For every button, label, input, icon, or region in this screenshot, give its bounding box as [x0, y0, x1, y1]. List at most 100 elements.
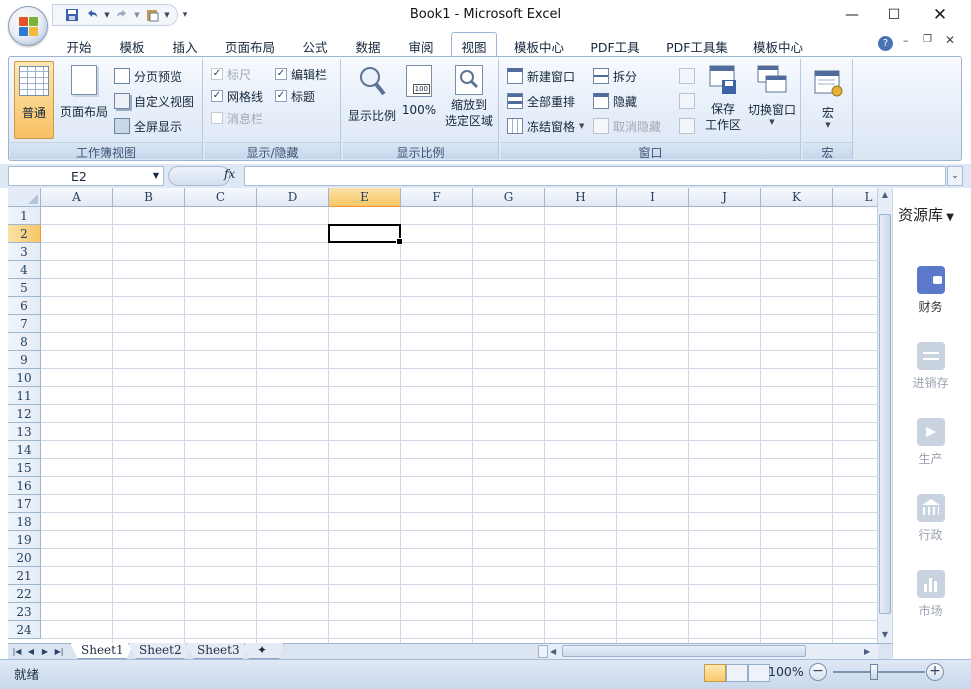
row-header-17[interactable]: 17 [8, 495, 41, 513]
column-header-e[interactable]: E [329, 188, 401, 207]
next-sheet-icon[interactable]: ▶ [38, 644, 52, 659]
row-header-9[interactable]: 9 [8, 351, 41, 369]
prev-sheet-icon[interactable]: ◀ [24, 644, 38, 659]
tab-view[interactable]: 视图 [451, 32, 497, 56]
headings-checkbox[interactable]: 标题 [275, 86, 315, 106]
resource-item-finance[interactable]: 财务 [893, 266, 968, 315]
horizontal-scrollbar[interactable]: ◀ ▶ [538, 644, 878, 659]
row-header-7[interactable]: 7 [8, 315, 41, 333]
zoom-slider[interactable] [833, 671, 925, 673]
row-header-18[interactable]: 18 [8, 513, 41, 531]
tab-home[interactable]: 开始 [58, 33, 100, 57]
zoom-slider-thumb[interactable] [870, 664, 878, 680]
resource-item-production[interactable]: 生产 [893, 418, 968, 467]
zoom-to-selection-button[interactable]: 缩放到 选定区域 [441, 61, 497, 141]
row-header-2[interactable]: 2 [8, 225, 41, 243]
vertical-scrollbar[interactable]: ▲ ▼ [877, 188, 892, 643]
tab-template-center[interactable]: 模板中心 [506, 33, 572, 57]
resource-item-market[interactable]: 市场 [893, 570, 968, 619]
column-header-j[interactable]: J [689, 188, 761, 207]
help-icon[interactable]: ? [878, 36, 893, 51]
column-header-l[interactable]: L [833, 188, 877, 207]
row-header-14[interactable]: 14 [8, 441, 41, 459]
tab-insert[interactable]: 插入 [164, 33, 206, 57]
row-header-15[interactable]: 15 [8, 459, 41, 477]
zoom-button[interactable]: 显示比例 [345, 61, 399, 139]
tab-page-layout[interactable]: 页面布局 [218, 33, 282, 57]
insert-sheet-icon[interactable]: ✦ [244, 643, 284, 659]
row-header-5[interactable]: 5 [8, 279, 41, 297]
column-header-f[interactable]: F [401, 188, 473, 207]
ribbon-restore-icon[interactable]: ❐ [923, 34, 932, 45]
tab-data[interactable]: 数据 [347, 33, 389, 57]
minimize-button[interactable]: — [829, 0, 875, 30]
sheet-tab-sheet2[interactable]: Sheet2 [128, 643, 192, 659]
tab-split-handle[interactable] [538, 645, 548, 658]
row-header-22[interactable]: 22 [8, 585, 41, 603]
page-layout-view-button[interactable]: 页面布局 [58, 61, 110, 139]
row-header-11[interactable]: 11 [8, 387, 41, 405]
scroll-right-icon[interactable]: ▶ [864, 644, 870, 659]
column-header-h[interactable]: H [545, 188, 617, 207]
freeze-panes-button[interactable]: 冻结窗格 ▼ [507, 116, 584, 136]
arrange-all-button[interactable]: 全部重排 [507, 91, 575, 111]
row-header-6[interactable]: 6 [8, 297, 41, 315]
resource-panel-title[interactable]: 资源库 ▼ [898, 204, 954, 225]
zoom-out-icon[interactable]: − [809, 663, 827, 681]
resource-item-admin[interactable]: 行政 [893, 494, 968, 543]
custom-views-button[interactable]: 自定义视图 [114, 91, 194, 111]
tab-pdf-toolset[interactable]: PDF工具集 [659, 33, 735, 57]
scroll-up-icon[interactable]: ▲ [878, 188, 892, 202]
column-header-c[interactable]: C [185, 188, 257, 207]
full-screen-button[interactable]: 全屏显示 [114, 116, 182, 136]
zoom-in-icon[interactable]: + [926, 663, 944, 681]
formula-bar-checkbox[interactable]: 编辑栏 [275, 64, 327, 84]
row-header-13[interactable]: 13 [8, 423, 41, 441]
view-side-by-side-icon[interactable] [679, 68, 695, 84]
column-header-a[interactable]: A [41, 188, 113, 207]
row-header-10[interactable]: 10 [8, 369, 41, 387]
message-bar-checkbox[interactable]: 消息栏 [211, 108, 263, 128]
column-header-d[interactable]: D [257, 188, 329, 207]
active-cell-e2[interactable] [328, 224, 403, 245]
column-header-i[interactable]: I [617, 188, 689, 207]
page-break-preview-button[interactable]: 分页预览 [114, 66, 182, 86]
tab-pdf-tools[interactable]: PDF工具 [585, 33, 645, 57]
column-header-k[interactable]: K [761, 188, 833, 207]
last-sheet-icon[interactable]: ▶| [52, 644, 66, 659]
insert-function-icon[interactable]: fx [224, 167, 235, 181]
worksheet-grid[interactable]: ABCDEFGHIJKL 1 2 3 4 5 6 7 8 9 10 11 12 13 14 15 16 17 18… [8, 188, 877, 643]
synchronous-scrolling-icon[interactable] [679, 93, 695, 109]
workbook-close-icon[interactable]: ✕ [945, 33, 955, 47]
row-header-24[interactable]: 24 [8, 621, 41, 639]
name-box[interactable]: E2 ▼ [8, 166, 164, 186]
ruler-checkbox[interactable]: 标尺 [211, 64, 251, 84]
sheet-tab-sheet1[interactable]: Sheet1 [70, 643, 134, 659]
row-header-3[interactable]: 3 [8, 243, 41, 261]
expand-formula-bar-icon[interactable]: ⌄ [947, 166, 963, 186]
switch-windows-button[interactable]: 切换窗口 ▼ [745, 61, 799, 141]
row-header-1[interactable]: 1 [8, 207, 41, 225]
unhide-button[interactable]: 取消隐藏 [593, 116, 661, 136]
name-box-dropdown-icon[interactable]: ▼ [153, 171, 159, 180]
split-button[interactable]: 拆分 [593, 66, 637, 86]
horizontal-scroll-thumb[interactable] [562, 645, 806, 657]
zoom-100-button[interactable]: 100 100% [401, 61, 437, 139]
page-layout-status-icon[interactable] [726, 664, 748, 682]
zoom-level[interactable]: 100% [768, 664, 804, 679]
select-all-button[interactable] [8, 188, 41, 207]
row-header-4[interactable]: 4 [8, 261, 41, 279]
maximize-button[interactable]: ☐ [871, 0, 917, 30]
new-window-button[interactable]: 新建窗口 [507, 66, 575, 86]
scroll-down-icon[interactable]: ▼ [878, 628, 892, 642]
scroll-left-icon[interactable]: ◀ [550, 644, 556, 659]
gridlines-checkbox[interactable]: 网格线 [211, 86, 263, 106]
formula-input[interactable] [244, 166, 946, 186]
row-header-16[interactable]: 16 [8, 477, 41, 495]
row-header-12[interactable]: 12 [8, 405, 41, 423]
column-header-g[interactable]: G [473, 188, 545, 207]
normal-view-button[interactable]: 普通 [14, 61, 54, 139]
formula-tools-handle[interactable] [168, 166, 230, 186]
save-workspace-button[interactable]: 保存 工作区 [703, 61, 743, 141]
row-header-20[interactable]: 20 [8, 549, 41, 567]
